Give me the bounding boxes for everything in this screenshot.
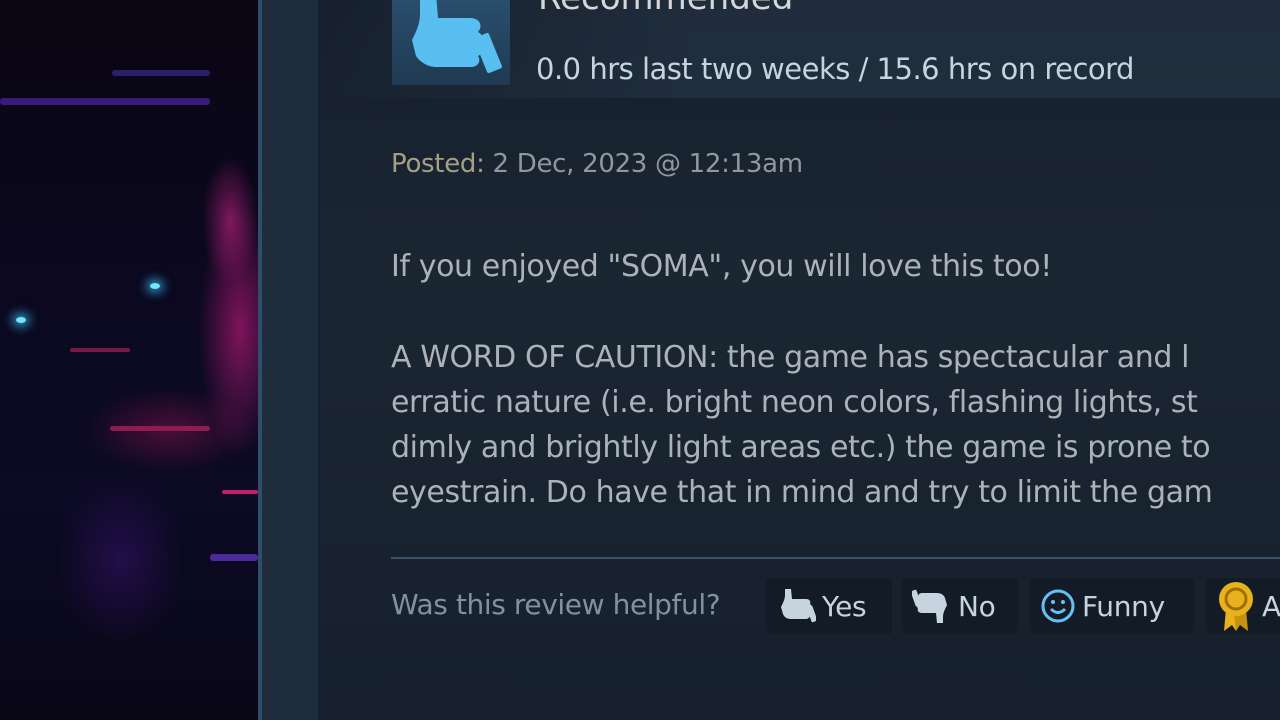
- playtime-hours: 0.0 hrs last two weeks / 15.6 hrs on rec…: [536, 52, 1134, 86]
- review-body-line: dimly and brightly light areas etc.) the…: [391, 430, 1211, 465]
- neon-streak: [110, 426, 210, 431]
- vote-no-label: No: [958, 589, 996, 623]
- review-body-line: A WORD OF CAUTION: the game has spectacu…: [391, 340, 1190, 375]
- thumbs-up-icon: [776, 586, 816, 626]
- review-verdict: Recommended: [538, 0, 793, 18]
- review-panel: Recommended 0.0 hrs last two weeks / 15.…: [320, 0, 1280, 720]
- thumbs-up-icon: [412, 0, 502, 74]
- posted-date-value: 2 Dec, 2023 @ 12:13am: [492, 149, 804, 179]
- verdict-thumbs-up-icon: [392, 0, 510, 85]
- neon-light: [16, 317, 26, 323]
- vote-funny-button[interactable]: Funny: [1030, 578, 1194, 634]
- vote-funny-label: Funny: [1082, 589, 1165, 623]
- posted-label: Posted:: [391, 149, 485, 179]
- neon-streak: [222, 490, 258, 494]
- helpful-question: Was this review helpful?: [391, 588, 721, 621]
- review-body-paragraph: If you enjoyed "SOMA", you will love thi…: [391, 249, 1052, 284]
- award-icon: [1216, 579, 1256, 633]
- vote-no-button[interactable]: No: [902, 578, 1018, 634]
- neon-streak: [210, 554, 258, 561]
- thumbs-down-icon: [912, 586, 952, 626]
- vote-yes-label: Yes: [822, 589, 867, 623]
- neon-streak: [70, 348, 130, 352]
- review-body-paragraph: A WORD OF CAUTION: the game has spectacu…: [391, 335, 1213, 515]
- left-gutter: [262, 0, 318, 720]
- neon-streak: [0, 98, 210, 105]
- award-label: A: [1262, 589, 1280, 623]
- screen: Recommended 0.0 hrs last two weeks / 15.…: [0, 0, 1280, 720]
- smiley-icon: [1040, 588, 1076, 624]
- review-divider: [391, 557, 1280, 559]
- posted-date: Posted: 2 Dec, 2023 @ 12:13am: [391, 149, 803, 179]
- background-art: [0, 0, 258, 720]
- vote-yes-button[interactable]: Yes: [766, 578, 892, 634]
- review-body-line: erratic nature (i.e. bright neon colors,…: [391, 385, 1198, 420]
- neon-streak: [112, 70, 210, 76]
- neon-light: [150, 283, 160, 289]
- award-button[interactable]: A: [1206, 578, 1280, 634]
- review-body-line: eyestrain. Do have that in mind and try …: [391, 475, 1213, 510]
